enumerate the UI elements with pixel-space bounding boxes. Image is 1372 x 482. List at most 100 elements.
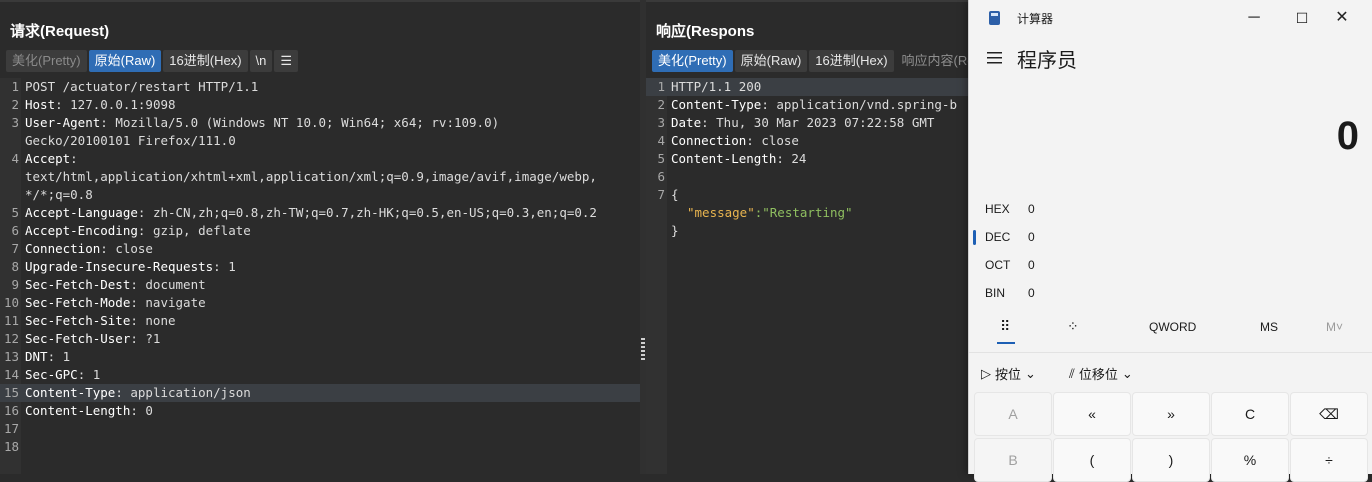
base-oct-label[interactable]: OCT <box>985 258 1010 272</box>
menu-icon[interactable]: ☰ <box>274 50 299 72</box>
header-value: HTTP/1.1 200 <box>671 79 762 94</box>
line-content: Content-Length: 24 <box>671 150 806 168</box>
backspace-icon[interactable]: ⌫ <box>1290 392 1368 436</box>
tab-pretty[interactable]: 美化(Pretty) <box>652 50 733 72</box>
header-value: { <box>671 187 679 202</box>
bitwise-dropdown[interactable]: ▷ 按位 ⌄ <box>981 364 1036 383</box>
close-icon[interactable]: ✕ <box>1319 4 1365 32</box>
code-line: 4 Accept: <box>0 150 640 168</box>
base-bin-value: 0 <box>1028 286 1035 300</box>
line-content: HTTP/1.1 200 <box>671 78 761 96</box>
header-value: : 1 <box>77 367 101 382</box>
header-value: : 127.0.0.1:9098 <box>55 97 176 112</box>
code-line: 2 Host: 127.0.0.1:9098 <box>0 96 640 114</box>
request-editor[interactable]: 1 POST /actuator/restart HTTP/1.1 2 Host: 1… <box>0 78 640 474</box>
base-dec-value: 0 <box>1028 230 1035 244</box>
line-number: 8 <box>11 259 19 274</box>
base-hex-label[interactable]: HEX <box>985 202 1010 216</box>
header-name: Content-Length <box>671 151 777 166</box>
header-value: : zh-CN,zh;q=0.8,zh-TW;q=0.7,zh-HK;q=0.5… <box>137 205 597 220</box>
header-value: : none <box>130 313 176 328</box>
tab-pretty[interactable]: 美化(Pretty) <box>6 50 87 72</box>
line-content: Sec-GPC: 1 <box>25 366 100 384</box>
header-name: Connection <box>671 133 747 148</box>
line-content: Accept: <box>25 150 78 168</box>
header-value: : Mozilla/5.0 (Windows NT 10.0; Win64; x… <box>100 115 500 130</box>
header-name: DNT <box>25 349 48 364</box>
key-b[interactable]: B <box>974 438 1052 482</box>
header-name: Date <box>671 115 702 130</box>
top-border <box>0 0 640 2</box>
line-number: 16 <box>3 403 19 418</box>
key-a[interactable]: A <box>974 392 1052 436</box>
header-value: :"Restarting" <box>754 205 853 220</box>
tab-raw[interactable]: 原始(Raw) <box>88 50 162 72</box>
code-line: 17 <box>0 420 640 438</box>
header-value: POST /actuator/restart HTTP/1.1 <box>25 79 259 94</box>
header-value: : 1 <box>47 349 71 364</box>
top-border <box>646 0 976 2</box>
header-value: : document <box>130 277 206 292</box>
line-content: Connection: close <box>25 240 153 258</box>
header-name: Content-Type <box>671 97 762 112</box>
code-line: 3 Date: Thu, 30 Mar 2023 07:22:58 GMT <box>646 114 976 132</box>
header-name: User-Agent <box>25 115 101 130</box>
keypad-icon[interactable]: ⠿ <box>1000 318 1010 335</box>
tab-raw[interactable]: 原始(Raw) <box>734 50 808 72</box>
key-divide[interactable]: ÷ <box>1290 438 1368 482</box>
header-value: : close <box>746 133 799 148</box>
code-line: } <box>646 222 976 240</box>
result-display: 0 <box>1336 114 1359 158</box>
tab-render[interactable]: 响应内容(Re <box>896 50 976 72</box>
newline-toggle[interactable]: \n <box>249 50 273 72</box>
header-value: : <box>70 151 78 166</box>
base-dec-label[interactable]: DEC <box>985 230 1010 244</box>
tab-hex[interactable]: 16进制(Hex) <box>809 50 894 72</box>
title-bar[interactable]: 计算器 ─ ☐ ✕ <box>969 0 1372 36</box>
key-close-paren[interactable]: ) <box>1132 438 1210 482</box>
header-value: : Thu, 30 Mar 2023 07:22:58 GMT <box>701 115 935 130</box>
line-number: 13 <box>3 349 19 364</box>
line-content: Accept-Encoding: gzip, deflate <box>25 222 251 240</box>
code-line: 5 Accept-Language: zh-CN,zh;q=0.8,zh-TW;q… <box>0 204 640 222</box>
separator <box>969 352 1372 353</box>
line-content: DNT: 1 <box>25 348 70 366</box>
header-value: } <box>671 223 679 238</box>
key-clear[interactable]: C <box>1211 392 1289 436</box>
minimize-icon[interactable]: ─ <box>1231 4 1277 32</box>
drag-handle-icon[interactable] <box>641 338 645 360</box>
bitshift-dropdown[interactable]: ⫽ 位移位 ⌄ <box>1069 364 1133 383</box>
code-line: Gecko/20100101 Firefox/111.0 <box>0 132 640 150</box>
line-number: 1 <box>657 79 665 94</box>
response-editor[interactable]: 1 HTTP/1.1 200 2 Content-Type: application/… <box>646 78 976 474</box>
key-open-paren[interactable]: ( <box>1053 438 1131 482</box>
line-number: 4 <box>11 151 19 166</box>
line-number: 2 <box>657 97 665 112</box>
code-line: 1 POST /actuator/restart HTTP/1.1 <box>0 78 640 96</box>
bit-toggle-icon[interactable]: ⁘ <box>1067 318 1079 335</box>
header-value: : application/vnd.spring-b <box>761 97 957 112</box>
header-value: : application/json <box>115 385 251 400</box>
code-line: 6 Accept-Encoding: gzip, deflate <box>0 222 640 240</box>
chevron-down-icon: ⌄ <box>1025 365 1036 381</box>
code-line: 4 Connection: close <box>646 132 976 150</box>
header-name: Connection <box>25 241 101 256</box>
memory-store-button[interactable]: MS <box>1260 320 1278 334</box>
tab-hex[interactable]: 16进制(Hex) <box>163 50 248 72</box>
key-shift-right[interactable]: » <box>1132 392 1210 436</box>
bitwise-label: 按位 <box>995 367 1022 382</box>
line-content: text/html,application/xhtml+xml,applicat… <box>25 168 597 186</box>
line-content: Accept-Language: zh-CN,zh;q=0.8,zh-TW;q=… <box>25 204 597 222</box>
memory-recall-button[interactable]: M˅ <box>1326 320 1343 334</box>
hamburger-menu-icon[interactable] <box>987 52 1002 64</box>
header-name: Sec-Fetch-Dest <box>25 277 131 292</box>
line-content: User-Agent: Mozilla/5.0 (Windows NT 10.0… <box>25 114 499 132</box>
base-bin-label[interactable]: BIN <box>985 286 1005 300</box>
key-modulo[interactable]: % <box>1211 438 1289 482</box>
key-shift-left[interactable]: « <box>1053 392 1131 436</box>
header-value: : gzip, deflate <box>137 223 251 238</box>
word-size-button[interactable]: QWORD <box>1149 320 1196 334</box>
code-line: 16 Content-Length: 0 <box>0 402 640 420</box>
code-line: 13 DNT: 1 <box>0 348 640 366</box>
header-name: Accept-Encoding <box>25 223 138 238</box>
